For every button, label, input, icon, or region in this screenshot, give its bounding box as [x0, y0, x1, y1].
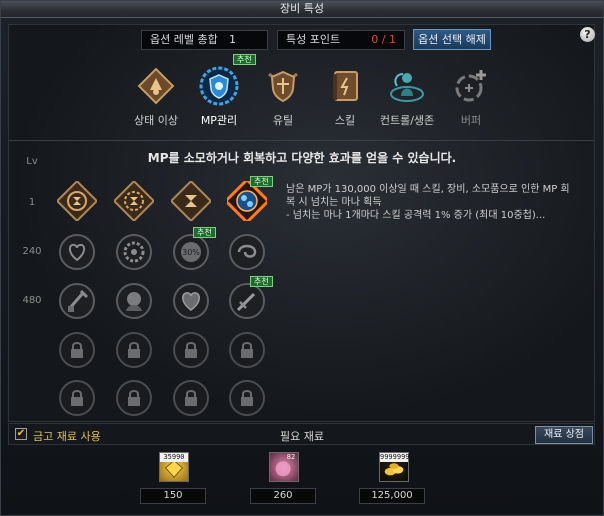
- locked-slot: [114, 378, 154, 418]
- material-required: 125,000: [359, 488, 425, 504]
- tab-buffer[interactable]: 버퍼: [436, 66, 506, 128]
- locked-slot: [57, 330, 97, 370]
- control-survival-icon: [387, 66, 427, 106]
- level-label: 240: [22, 246, 42, 257]
- skill-description-line: - 넘치는 마나 1개마다 스킬 공격력 1% 증가 (최대 10중첩)...: [286, 210, 546, 221]
- percent-label: 30%: [182, 248, 200, 257]
- tab-utility[interactable]: 유틸: [248, 66, 318, 128]
- locked-slot: [57, 378, 97, 418]
- divider: [9, 140, 594, 141]
- recommend-badge: 추천: [250, 276, 273, 287]
- buffer-icon: [451, 66, 491, 106]
- description-title: MP를 소모하거나 회복하고 다양한 효과를 얻을 수 있습니다.: [147, 151, 457, 165]
- skill-description-line: 남은 MP가 130,000 이상일 때 스킬, 장비, 소모품으로 인한 MP…: [286, 184, 570, 195]
- lock-icon: [173, 332, 209, 368]
- skill-slot-1-3[interactable]: [171, 181, 211, 221]
- skill-slot-2-1[interactable]: [57, 232, 97, 272]
- skill-slot-2-3[interactable]: 30%: [171, 232, 211, 272]
- window-title: 장비 특성: [1, 1, 603, 18]
- skill-slot-1-4-selected[interactable]: [227, 181, 267, 221]
- heart-icon: [59, 234, 95, 270]
- recommend-badge: 추천: [193, 227, 216, 238]
- lock-icon: [59, 380, 95, 416]
- hourglass-icon: [114, 181, 154, 221]
- heart-icon: [173, 283, 209, 319]
- skill-slot-3-3[interactable]: [171, 281, 211, 321]
- tab-mp-management[interactable]: MP관리: [184, 66, 254, 128]
- swirl-icon: [229, 234, 265, 270]
- trait-points-value: 0 / 1: [371, 33, 396, 46]
- tab-label: 상태 이상: [134, 114, 178, 127]
- material-required: 260: [250, 488, 316, 504]
- material-required: 150: [140, 488, 206, 504]
- skill-slot-3-1[interactable]: [57, 281, 97, 321]
- recommend-badge: 추천: [233, 54, 256, 65]
- lock-icon: [116, 380, 152, 416]
- option-level-value: 1: [229, 33, 236, 46]
- percent-30-icon: 30%: [173, 234, 209, 270]
- trait-points-box: 특성 포인트 0 / 1: [277, 30, 405, 50]
- tab-label: MP관리: [200, 114, 238, 127]
- required-materials-label: 필요 재료: [280, 430, 324, 443]
- utility-shield-icon: [263, 66, 303, 106]
- tab-control-survival[interactable]: 컨트롤/생존: [372, 66, 442, 128]
- locked-slot: [114, 330, 154, 370]
- orb-icon: [116, 283, 152, 319]
- level-label: 480: [22, 295, 42, 306]
- skill-slot-1-2[interactable]: [114, 181, 154, 221]
- sword-icon: [229, 283, 265, 319]
- tab-skill[interactable]: 스킬: [310, 66, 380, 128]
- tab-label: 버퍼: [460, 114, 482, 127]
- lock-icon: [173, 380, 209, 416]
- mp-shield-icon: [199, 66, 239, 106]
- level-label: 1: [28, 197, 36, 208]
- status-effect-icon: [136, 66, 176, 106]
- reset-options-button[interactable]: 옵션 선택 해제: [413, 29, 491, 50]
- potion-icon: [59, 283, 95, 319]
- mp-orb-icon: [227, 181, 267, 221]
- tab-label: 컨트롤/생존: [379, 114, 435, 127]
- tab-label: 유틸: [272, 114, 294, 127]
- recommend-badge: 추천: [250, 176, 273, 187]
- lock-icon: [229, 380, 265, 416]
- tab-status-effect[interactable]: 상태 이상: [121, 66, 191, 128]
- locked-slot: [171, 378, 211, 418]
- lock-icon: [116, 332, 152, 368]
- level-header: Lv: [26, 156, 38, 167]
- skill-slot-2-2[interactable]: [114, 232, 154, 272]
- lock-icon: [59, 332, 95, 368]
- gear-icon: [116, 234, 152, 270]
- material-stock: 82: [286, 453, 296, 461]
- material-stock: 9999999: [380, 453, 410, 462]
- option-level-box: 옵션 레벨 총합 1: [141, 30, 268, 50]
- skill-slot-1-1[interactable]: [57, 181, 97, 221]
- trait-points-label: 특성 포인트: [286, 33, 341, 46]
- lock-icon: [229, 332, 265, 368]
- skill-slot-3-2[interactable]: [114, 281, 154, 321]
- help-icon[interactable]: ?: [580, 27, 595, 42]
- skill-book-icon: [325, 66, 365, 106]
- hourglass-icon: [57, 181, 97, 221]
- skill-slot-2-4[interactable]: [227, 232, 267, 272]
- skill-slot-3-4[interactable]: [227, 281, 267, 321]
- skill-description-line: 복 시 넘치는 마나 획득: [286, 197, 382, 208]
- option-level-label: 옵션 레벨 총합: [150, 33, 218, 46]
- material-shop-button[interactable]: 재료 상점: [535, 426, 593, 444]
- hourglass-icon: [171, 181, 211, 221]
- locked-slot: [227, 330, 267, 370]
- locked-slot: [227, 378, 267, 418]
- tab-label: 스킬: [334, 114, 356, 127]
- material-stock: 35990: [160, 453, 188, 462]
- skill-description: 남은 MP가 130,000 이상일 때 스킬, 장비, 소모품으로 인한 MP…: [286, 183, 586, 222]
- locked-slot: [171, 330, 211, 370]
